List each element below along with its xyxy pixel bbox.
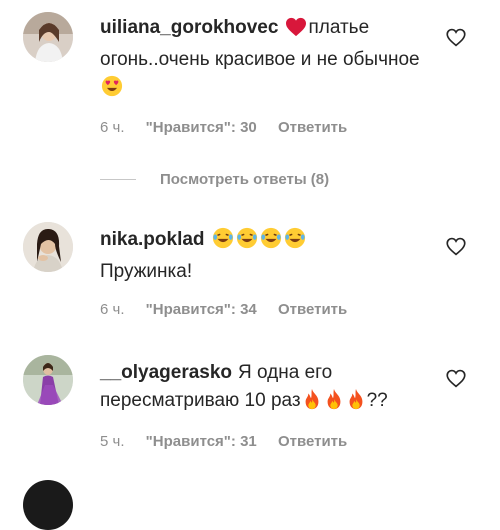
avatar[interactable] (23, 222, 73, 272)
likes-count[interactable]: "Нравится": 31 (146, 433, 257, 450)
comment-meta: 6 ч. "Нравится": 30 Ответить (100, 119, 364, 136)
laughing-tears-emoji (212, 227, 234, 258)
comment-text: __olyagerasko Я одна его пересматриваю 10… (100, 359, 430, 419)
avatar[interactable] (23, 12, 73, 62)
timestamp: 5 ч. (100, 433, 125, 450)
username[interactable]: uiliana_gorokhovec (100, 17, 278, 38)
reply-button[interactable]: Ответить (278, 433, 347, 450)
comment-meta: 5 ч. "Нравится": 31 Ответить (100, 433, 364, 450)
username[interactable]: nika.poklad (100, 229, 205, 250)
heart-eyes-emoji (101, 75, 123, 106)
fire-emoji (302, 388, 322, 419)
heart-emoji (285, 17, 307, 46)
view-replies-button[interactable]: Посмотреть ответы (8) (100, 171, 329, 188)
reply-button[interactable]: Ответить (278, 301, 347, 318)
laughing-tears-emoji (260, 227, 282, 258)
like-heart-icon[interactable] (446, 369, 466, 388)
timestamp: 6 ч. (100, 301, 125, 318)
avatar[interactable] (23, 355, 73, 405)
timestamp: 6 ч. (100, 119, 125, 136)
next-avatar[interactable] (23, 480, 73, 530)
view-replies-label: Посмотреть ответы (8) (160, 171, 330, 188)
likes-count[interactable]: "Нравится": 34 (146, 301, 257, 318)
fire-emoji (324, 388, 344, 419)
laughing-tears-emoji (236, 227, 258, 258)
reply-button[interactable]: Ответить (278, 119, 347, 136)
likes-count[interactable]: "Нравится": 30 (146, 119, 257, 136)
comment-text: nika.poklad Пружинка! (100, 226, 430, 286)
fire-emoji-group (301, 388, 367, 411)
divider-line (100, 179, 136, 180)
like-heart-icon[interactable] (446, 28, 466, 47)
comment-meta: 6 ч. "Нравится": 34 Ответить (100, 301, 364, 318)
comment-body: Пружинка! (100, 261, 193, 282)
username[interactable]: __olyagerasko (100, 362, 232, 383)
comment-text: uiliana_gorokhovec платье огонь..очень кр… (100, 14, 430, 106)
fire-emoji (346, 388, 366, 419)
laughing-tears-emoji-group (211, 227, 307, 250)
laughing-tears-emoji (284, 227, 306, 258)
like-heart-icon[interactable] (446, 237, 466, 256)
comment-trailing: ?? (366, 390, 388, 411)
